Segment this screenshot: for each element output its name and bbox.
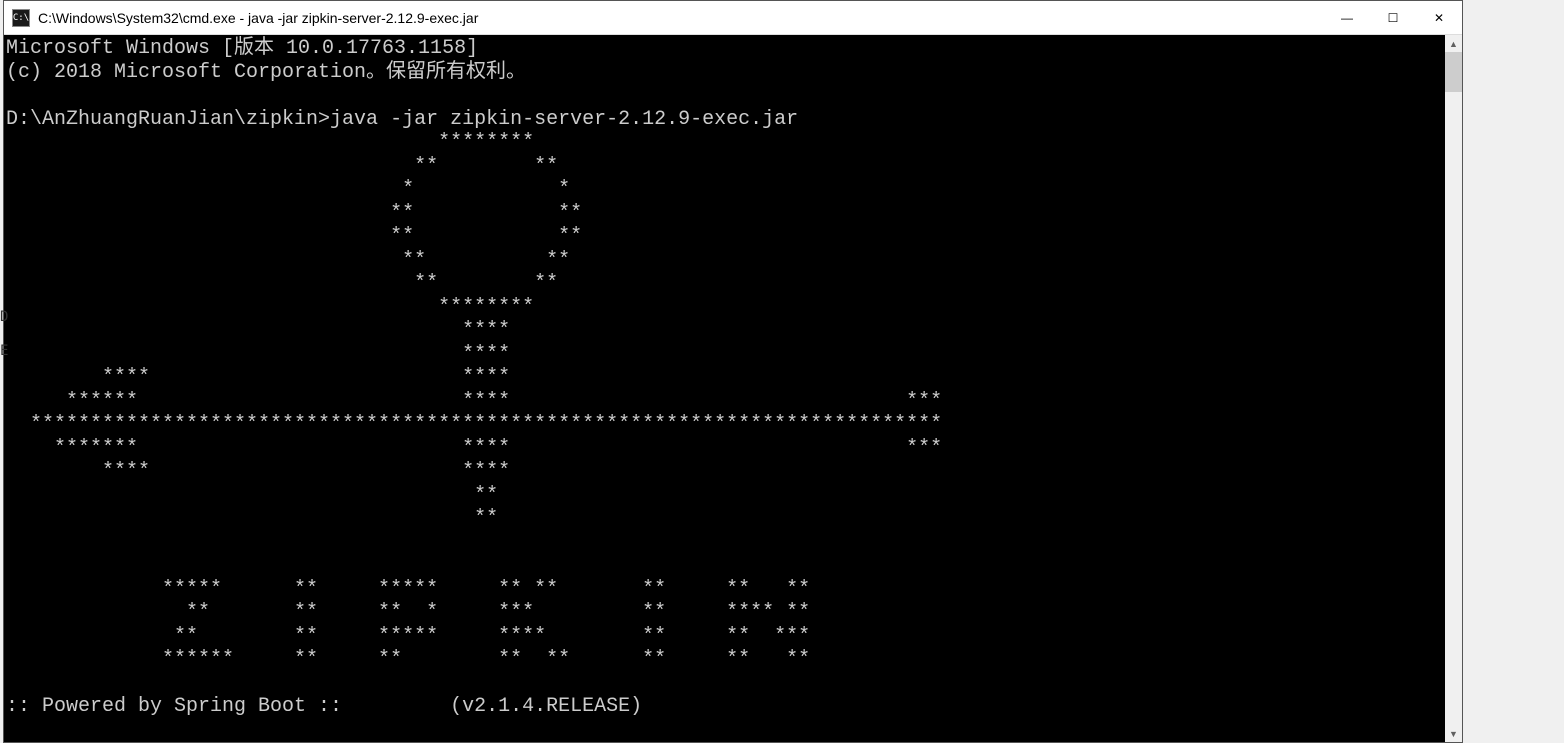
close-button[interactable]: ✕: [1416, 1, 1462, 34]
scroll-thumb[interactable]: [1445, 52, 1462, 92]
app-icon: C:\: [12, 9, 30, 27]
scroll-up-button[interactable]: ▲: [1445, 35, 1462, 52]
maximize-button[interactable]: ☐: [1370, 1, 1416, 34]
bg-letter-d: D: [0, 309, 8, 325]
titlebar[interactable]: C:\ C:\Windows\System32\cmd.exe - java -…: [4, 1, 1462, 35]
bg-letter-e: E: [0, 343, 8, 359]
scrollbar[interactable]: ▲ ▼: [1445, 35, 1462, 742]
scroll-track[interactable]: [1445, 52, 1462, 725]
background-strip: [1465, 0, 1564, 743]
window-controls: — ☐ ✕: [1324, 1, 1462, 34]
cmd-window: C:\ C:\Windows\System32\cmd.exe - java -…: [3, 0, 1463, 743]
terminal-area: Microsoft Windows [版本 10.0.17763.1158] (…: [4, 35, 1462, 742]
terminal-output[interactable]: Microsoft Windows [版本 10.0.17763.1158] (…: [4, 35, 1445, 742]
scroll-down-button[interactable]: ▼: [1445, 725, 1462, 742]
minimize-button[interactable]: —: [1324, 1, 1370, 34]
window-title: C:\Windows\System32\cmd.exe - java -jar …: [38, 10, 1324, 26]
